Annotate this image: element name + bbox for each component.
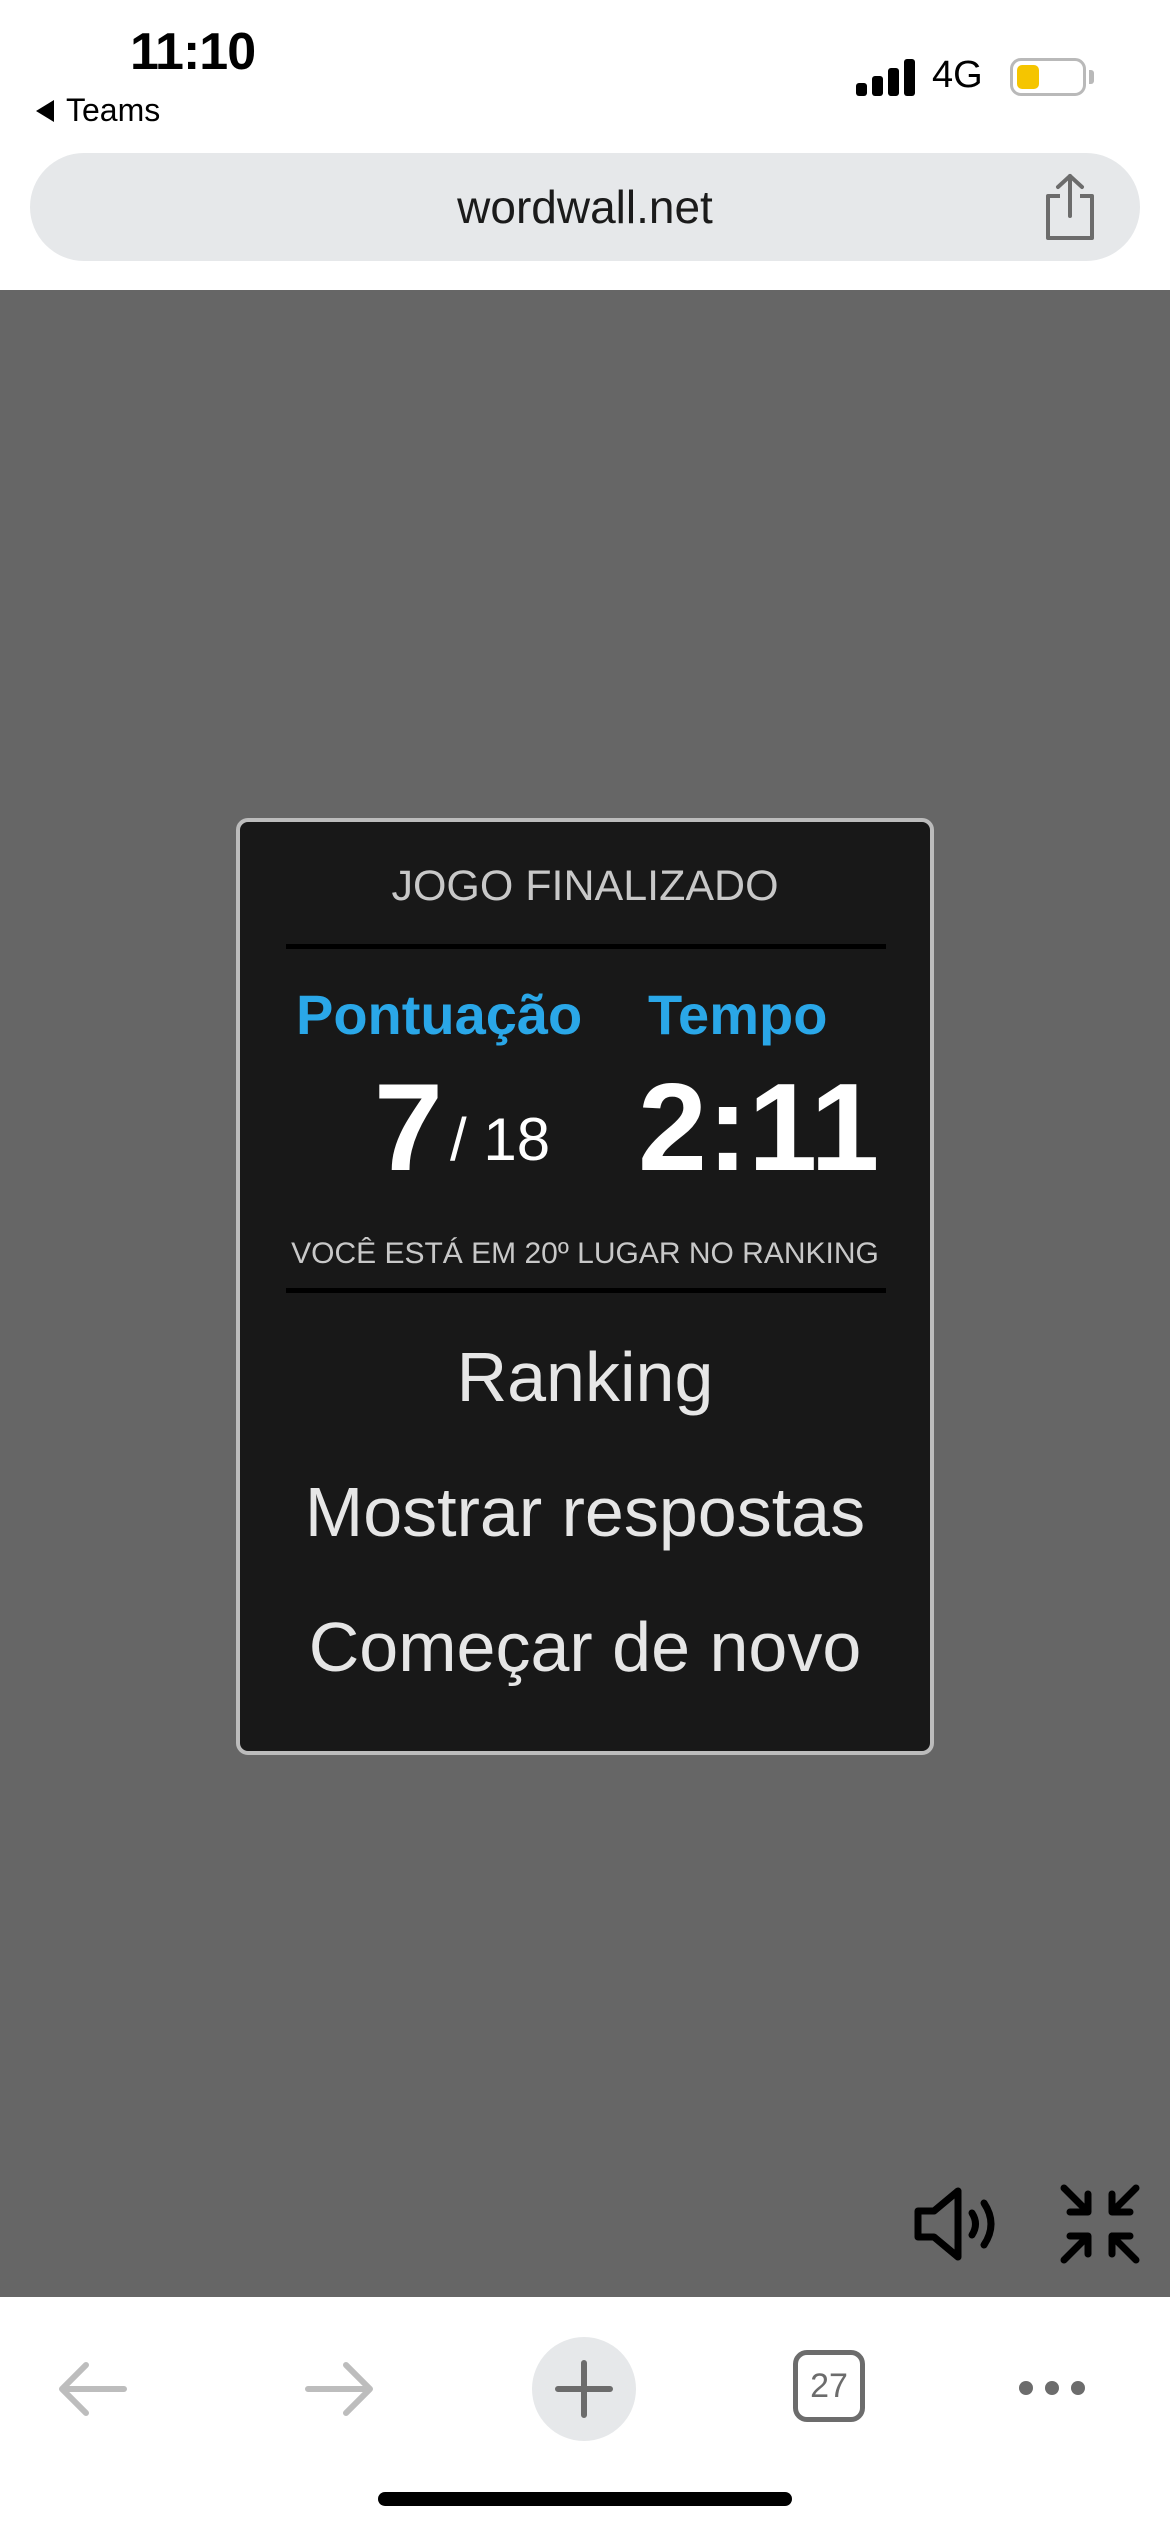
back-app-label: Teams <box>66 92 161 128</box>
home-indicator[interactable] <box>378 2492 792 2506</box>
divider <box>286 1288 886 1293</box>
plus-icon <box>555 2360 613 2418</box>
status-bar: 11:10 Teams 4G <box>0 0 1170 145</box>
tabs-button[interactable]: 27 <box>793 2350 865 2422</box>
time-label: Tempo <box>648 983 828 1046</box>
divider <box>286 944 886 949</box>
forward-arrow-icon[interactable] <box>302 2357 376 2421</box>
url-text: wordwall.net <box>457 181 713 233</box>
back-arrow-icon[interactable] <box>56 2357 130 2421</box>
restart-button[interactable]: Começar de novo <box>240 1607 930 1687</box>
score-label: Pontuação <box>296 983 583 1046</box>
ranking-position-note: VOCÊ ESTÁ EM 20º LUGAR NO RANKING <box>291 1237 879 1270</box>
ranking-button[interactable]: Ranking <box>240 1337 930 1417</box>
show-answers-button[interactable]: Mostrar respostas <box>240 1472 930 1552</box>
back-triangle-icon <box>36 99 54 122</box>
new-tab-button[interactable] <box>532 2337 636 2441</box>
battery-icon <box>1010 58 1086 96</box>
exit-fullscreen-icon[interactable] <box>1058 2182 1142 2266</box>
score-value: 7 <box>374 1059 443 1197</box>
address-bar[interactable]: wordwall.net <box>30 153 1140 261</box>
network-type: 4G <box>932 54 983 96</box>
share-icon[interactable] <box>1038 172 1102 244</box>
back-to-app-link[interactable]: Teams <box>36 92 160 129</box>
signal-icon <box>856 58 916 96</box>
game-result-panel: JOGO FINALIZADO Pontuação Tempo 7 / 18 2… <box>236 818 934 1755</box>
status-time: 11:10 <box>130 23 256 81</box>
time-value: 2:11 <box>638 1059 880 1197</box>
score-total: / 18 <box>450 1106 551 1173</box>
speaker-icon[interactable] <box>912 2185 1004 2263</box>
battery-nub <box>1089 70 1094 84</box>
more-icon[interactable] <box>1016 2377 1088 2399</box>
panel-title: JOGO FINALIZADO <box>391 862 779 910</box>
